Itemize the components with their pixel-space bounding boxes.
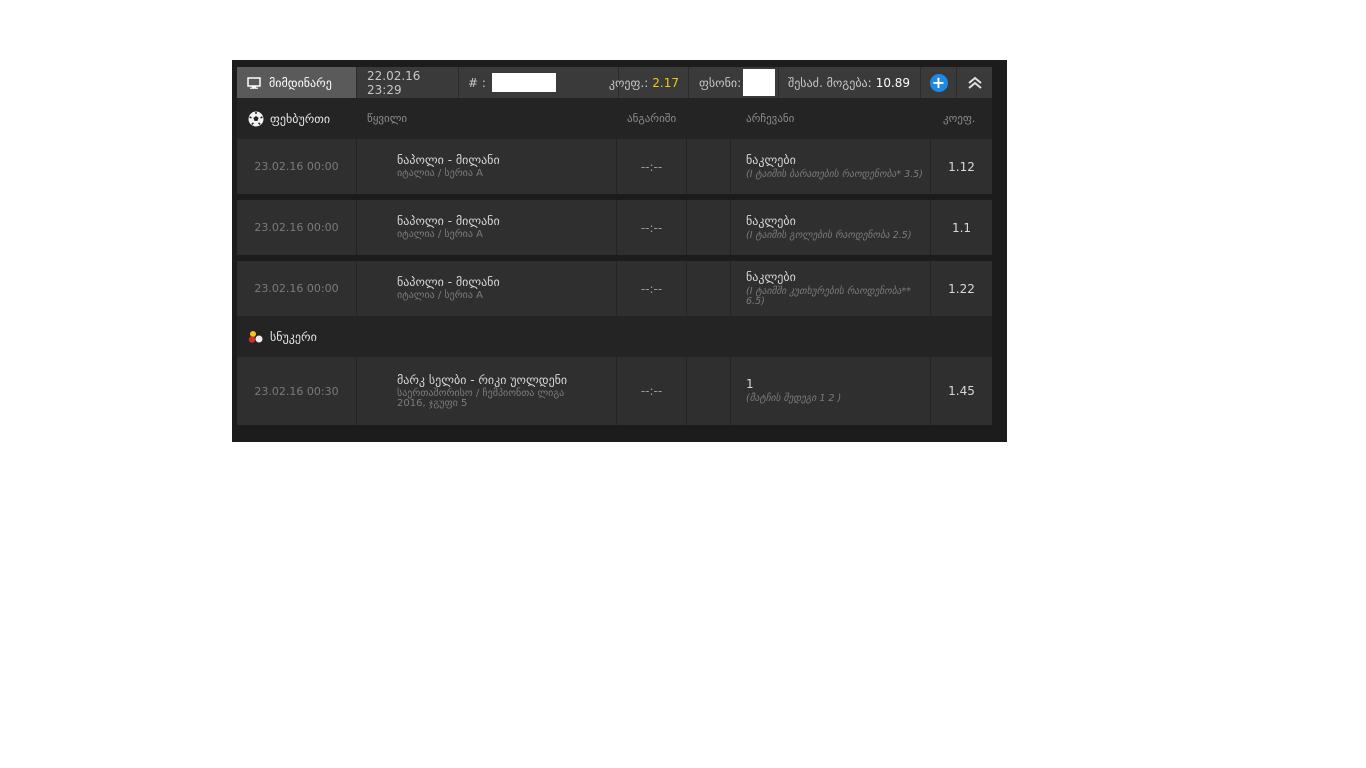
bet-number-field: [491, 73, 556, 92]
status-label: მიმდინარე: [269, 75, 332, 90]
event-name: მარკ სელბი - რიკი უოლდენი: [397, 372, 568, 387]
match-score: --:--: [617, 357, 687, 425]
plus-icon: +: [929, 73, 948, 92]
match-score: --:--: [617, 261, 687, 316]
status-live[interactable]: მიმდინარე: [237, 67, 357, 98]
match-date: 23.02.16 00:00: [237, 139, 357, 194]
possible-win: შესაძ. მოგება: 10.89: [779, 67, 921, 98]
pick-label: ნაკლები: [746, 270, 796, 284]
bet-odd: 1.12: [948, 159, 975, 174]
sport-header-football: ფეხბურთი წყვილი ანგარიში არჩევანი კოეფ.: [237, 98, 992, 139]
event-league: იტალია / სერია A: [397, 229, 483, 240]
match-event: მარკ სელბი - რიკი უოლდენი საერთაშორისო /…: [357, 357, 617, 425]
bet-number-label: # :: [468, 75, 486, 90]
bet-odd: 1.1: [951, 220, 972, 235]
total-coef: კოეფ.: 2.17: [609, 67, 689, 98]
bet-odd: 1.45: [948, 384, 975, 398]
sport-snooker: სნუკერი: [248, 330, 317, 344]
stake-label: ფსონი:: [699, 75, 742, 90]
match-date: 23.02.16 00:00: [237, 261, 357, 316]
match-event: ნაპოლი - მილანი იტალია / სერია A: [357, 139, 617, 194]
pick-label: ნაკლები: [746, 213, 796, 228]
match-event: ნაპოლი - მილანი იტალია / სერია A: [357, 261, 617, 316]
double-chevron-up-icon: [967, 76, 982, 89]
match-score: --:--: [617, 200, 687, 255]
bet-datetime: 22.02.16 23:29: [357, 67, 459, 98]
event-name: ნაპოლი - მილანი: [397, 153, 500, 167]
coef-label: კოეფ.:: [608, 75, 649, 90]
bet-number: # :: [459, 67, 619, 98]
betslip-panel: მიმდინარე 22.02.16 23:29 # : კოეფ.: 2.17…: [232, 60, 1007, 442]
bet-row: 23.02.16 00:30 მარკ სელბი - რიკი უოლდენი…: [237, 357, 992, 425]
stake: ფსონი:: [689, 67, 779, 98]
event-name: ნაპოლი - მილანი: [397, 275, 500, 289]
pick-market: (I ტაიმის ბარათების რაოდენობა* 3.5): [746, 168, 923, 180]
event-league: საერთაშორისო / ჩემპიონთა ლიგა 2016, ჯგუფ…: [397, 387, 565, 409]
col-header-event: წყვილი: [367, 112, 408, 125]
win-value: 10.89: [875, 75, 911, 90]
snooker-balls-icon: [248, 330, 263, 343]
event-league: იტალია / სერია A: [397, 168, 483, 179]
match-date: 23.02.16 00:00: [237, 200, 357, 255]
monitor-icon: [247, 76, 261, 89]
blank-cell: [687, 200, 731, 255]
stake-field[interactable]: [743, 69, 776, 96]
match-score: --:--: [617, 139, 687, 194]
bet-pick: ნაკლები (I ტაიმში კუთხურების რაოდენობა**…: [731, 261, 931, 316]
match-date: 23.02.16 00:30: [237, 357, 357, 425]
bet-pick: ნაკლები (I ტაიმის ბარათების რაოდენობა* 3…: [731, 139, 931, 194]
soccer-ball-icon: [248, 111, 264, 126]
pick-market: (მატჩის შედეგი 1 2 ): [746, 393, 842, 405]
blank-cell: [687, 357, 731, 425]
col-header-pick: არჩევანი: [746, 112, 795, 125]
pick-market: (I ტაიმში კუთხურების რაოდენობა** 6.5): [746, 286, 911, 307]
bet-pick: 1 (მატჩის შედეგი 1 2 ): [731, 357, 931, 425]
sport-football: ფეხბურთი: [248, 111, 330, 127]
bet-row: 23.02.16 00:00 ნაპოლი - მილანი იტალია / …: [237, 261, 992, 316]
col-header-score: ანგარიში: [627, 112, 677, 125]
col-header-odd: კოეფ.: [943, 112, 976, 125]
event-league: იტალია / სერია A: [397, 290, 483, 301]
sport-header-snooker: სნუკერი: [237, 316, 992, 357]
coef-value: 2.17: [652, 75, 679, 90]
pick-market: (I ტაიმის გოლების რაოდენობა 2.5): [746, 229, 912, 241]
pick-label: ნაკლები: [746, 152, 796, 167]
bet-row: 23.02.16 00:00 ნაპოლი - მილანი იტალია / …: [237, 200, 992, 255]
blank-cell: [687, 261, 731, 316]
betslip-topbar: მიმდინარე 22.02.16 23:29 # : კოეფ.: 2.17…: [237, 67, 992, 98]
win-label: შესაძ. მოგება:: [788, 75, 872, 90]
pick-label: 1: [746, 377, 754, 392]
add-button[interactable]: +: [921, 67, 957, 98]
event-name: ნაპოლი - მილანი: [397, 214, 500, 228]
bet-row: 23.02.16 00:00 ნაპოლი - მილანი იტალია / …: [237, 139, 992, 194]
collapse-button[interactable]: [957, 67, 992, 98]
blank-cell: [687, 139, 731, 194]
sport-label: ფეხბურთი: [270, 111, 331, 126]
bet-odd: 1.22: [948, 281, 975, 296]
match-event: ნაპოლი - მილანი იტალია / სერია A: [357, 200, 617, 255]
sport-label: სნუკერი: [270, 329, 317, 344]
bet-pick: ნაკლები (I ტაიმის გოლების რაოდენობა 2.5): [731, 200, 931, 255]
